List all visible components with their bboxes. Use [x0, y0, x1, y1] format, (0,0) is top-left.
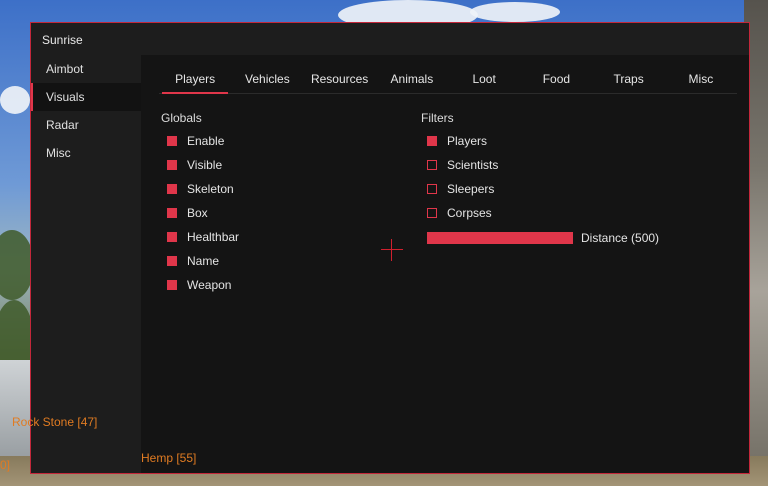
crosshair-icon — [381, 239, 403, 261]
checkbox-label: Players — [447, 134, 488, 148]
checkbox-label: Enable — [187, 134, 225, 148]
checkbox-players[interactable]: Players — [427, 129, 498, 153]
checkbox-label: Name — [187, 254, 220, 268]
tab-animals[interactable]: Animals — [376, 69, 448, 93]
tab-traps[interactable]: Traps — [593, 69, 665, 93]
checkbox-enable[interactable]: Enable — [167, 129, 239, 153]
checkbox-square[interactable] — [167, 136, 177, 146]
globals-checkbox-list: Enable Visible Skeleton Box Healthbar Na… — [167, 129, 239, 297]
world-label-edge: 0] — [0, 458, 11, 472]
checkbox-weapon[interactable]: Weapon — [167, 273, 239, 297]
cloud — [0, 86, 30, 114]
checkbox-label: Visible — [187, 158, 223, 172]
distance-slider-label: Distance (500) — [581, 231, 660, 245]
checkbox-square[interactable] — [167, 280, 177, 290]
app-title: Sunrise — [42, 33, 83, 47]
tab-resources[interactable]: Resources — [304, 69, 376, 93]
checkbox-square[interactable] — [167, 184, 177, 194]
cloud — [470, 2, 560, 22]
sidebar-item-visuals[interactable]: Visuals — [31, 83, 141, 111]
checkbox-scientists[interactable]: Scientists — [427, 153, 498, 177]
checkbox-square[interactable] — [427, 160, 437, 170]
checkbox-skeleton[interactable]: Skeleton — [167, 177, 239, 201]
checkbox-label: Box — [187, 206, 208, 220]
checkbox-healthbar[interactable]: Healthbar — [167, 225, 239, 249]
world-label-hemp: Hemp [55] — [141, 451, 197, 465]
title-bar — [141, 23, 749, 55]
tab-players[interactable]: Players — [159, 69, 231, 94]
checkbox-box[interactable]: Box — [167, 201, 239, 225]
checkbox-label: Healthbar — [187, 230, 240, 244]
checkbox-square[interactable] — [427, 184, 437, 194]
sidebar-item-aimbot[interactable]: Aimbot — [31, 55, 141, 83]
checkbox-label: Sleepers — [447, 182, 495, 196]
checkbox-label: Corpses — [447, 206, 492, 220]
checkbox-corpses[interactable]: Corpses — [427, 201, 498, 225]
sidebar-item-misc[interactable]: Misc — [31, 139, 141, 167]
filters-checkbox-list: Players Scientists Sleepers Corpses — [427, 129, 498, 225]
distance-slider-row: Distance (500) — [427, 230, 659, 246]
globals-section-title: Globals — [161, 111, 202, 125]
checkbox-sleepers[interactable]: Sleepers — [427, 177, 498, 201]
tab-misc[interactable]: Misc — [665, 69, 737, 93]
tree-foliage — [0, 230, 34, 300]
distance-slider[interactable] — [427, 232, 573, 244]
tab-bar: Players Vehicles Resources Animals Loot … — [159, 69, 737, 94]
checkbox-square[interactable] — [427, 136, 437, 146]
world-label-rock-stone: Rock Stone [47] — [12, 415, 98, 429]
checkbox-square[interactable] — [167, 256, 177, 266]
distance-slider-fill — [427, 232, 573, 244]
checkbox-square[interactable] — [167, 160, 177, 170]
checkbox-visible[interactable]: Visible — [167, 153, 239, 177]
tab-loot[interactable]: Loot — [448, 69, 520, 93]
checkbox-square[interactable] — [167, 232, 177, 242]
sidebar-item-radar[interactable]: Radar — [31, 111, 141, 139]
checkbox-square[interactable] — [427, 208, 437, 218]
tab-food[interactable]: Food — [520, 69, 592, 93]
filters-section-title: Filters — [421, 111, 454, 125]
checkbox-name[interactable]: Name — [167, 249, 239, 273]
sidebar: Sunrise Aimbot Visuals Radar Misc — [31, 23, 141, 473]
checkbox-label: Weapon — [187, 278, 232, 292]
checkbox-label: Skeleton — [187, 182, 234, 196]
checkbox-label: Scientists — [447, 158, 499, 172]
tab-vehicles[interactable]: Vehicles — [231, 69, 303, 93]
cheat-menu-window: Sunrise Aimbot Visuals Radar Misc Player… — [30, 22, 750, 474]
checkbox-square[interactable] — [167, 208, 177, 218]
